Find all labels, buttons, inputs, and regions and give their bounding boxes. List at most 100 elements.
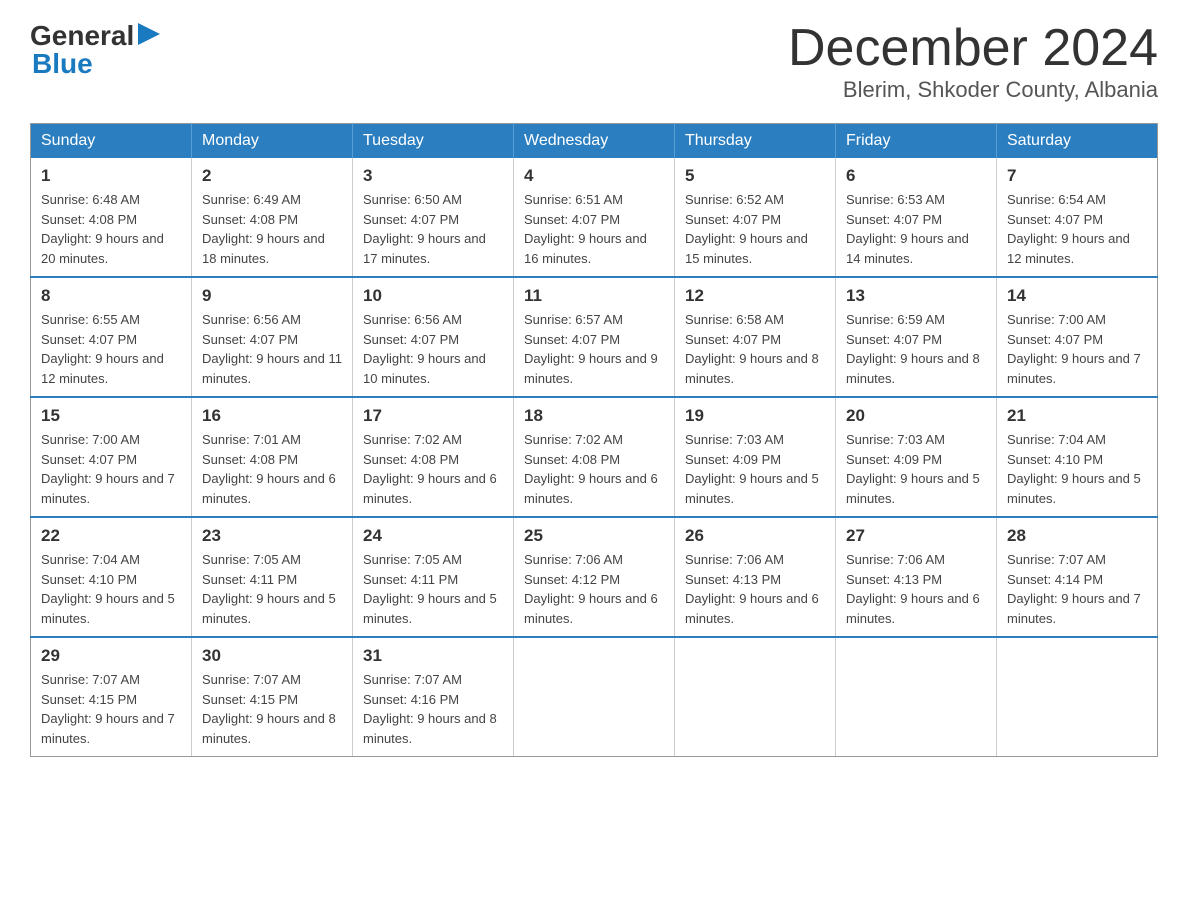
calendar-cell: 9 Sunrise: 6:56 AMSunset: 4:07 PMDayligh… bbox=[192, 277, 353, 397]
day-number: 7 bbox=[1007, 166, 1147, 186]
calendar-cell: 8 Sunrise: 6:55 AMSunset: 4:07 PMDayligh… bbox=[31, 277, 192, 397]
day-number: 14 bbox=[1007, 286, 1147, 306]
calendar-header-saturday: Saturday bbox=[997, 124, 1158, 159]
calendar-cell: 6 Sunrise: 6:53 AMSunset: 4:07 PMDayligh… bbox=[836, 158, 997, 277]
day-info: Sunrise: 7:02 AMSunset: 4:08 PMDaylight:… bbox=[524, 432, 658, 506]
day-number: 29 bbox=[41, 646, 181, 666]
calendar-cell bbox=[836, 637, 997, 757]
calendar-cell: 30 Sunrise: 7:07 AMSunset: 4:15 PMDaylig… bbox=[192, 637, 353, 757]
day-number: 19 bbox=[685, 406, 825, 426]
calendar-cell: 5 Sunrise: 6:52 AMSunset: 4:07 PMDayligh… bbox=[675, 158, 836, 277]
day-number: 18 bbox=[524, 406, 664, 426]
calendar-cell: 26 Sunrise: 7:06 AMSunset: 4:13 PMDaylig… bbox=[675, 517, 836, 637]
day-number: 31 bbox=[363, 646, 503, 666]
calendar-cell: 1 Sunrise: 6:48 AMSunset: 4:08 PMDayligh… bbox=[31, 158, 192, 277]
day-info: Sunrise: 6:56 AMSunset: 4:07 PMDaylight:… bbox=[202, 312, 342, 386]
calendar-cell: 7 Sunrise: 6:54 AMSunset: 4:07 PMDayligh… bbox=[997, 158, 1158, 277]
day-number: 20 bbox=[846, 406, 986, 426]
day-info: Sunrise: 7:06 AMSunset: 4:12 PMDaylight:… bbox=[524, 552, 658, 626]
day-number: 23 bbox=[202, 526, 342, 546]
calendar-header-sunday: Sunday bbox=[31, 124, 192, 159]
calendar-cell: 20 Sunrise: 7:03 AMSunset: 4:09 PMDaylig… bbox=[836, 397, 997, 517]
day-info: Sunrise: 6:48 AMSunset: 4:08 PMDaylight:… bbox=[41, 192, 164, 266]
day-info: Sunrise: 7:02 AMSunset: 4:08 PMDaylight:… bbox=[363, 432, 497, 506]
logo-triangle-icon bbox=[138, 23, 160, 45]
day-number: 27 bbox=[846, 526, 986, 546]
logo: General Blue bbox=[30, 20, 160, 80]
calendar-cell: 14 Sunrise: 7:00 AMSunset: 4:07 PMDaylig… bbox=[997, 277, 1158, 397]
logo-blue-part bbox=[134, 23, 160, 50]
day-number: 1 bbox=[41, 166, 181, 186]
calendar-cell: 19 Sunrise: 7:03 AMSunset: 4:09 PMDaylig… bbox=[675, 397, 836, 517]
day-info: Sunrise: 7:05 AMSunset: 4:11 PMDaylight:… bbox=[202, 552, 336, 626]
day-number: 9 bbox=[202, 286, 342, 306]
day-info: Sunrise: 6:55 AMSunset: 4:07 PMDaylight:… bbox=[41, 312, 164, 386]
calendar-cell: 3 Sunrise: 6:50 AMSunset: 4:07 PMDayligh… bbox=[353, 158, 514, 277]
day-number: 28 bbox=[1007, 526, 1147, 546]
day-number: 2 bbox=[202, 166, 342, 186]
day-number: 17 bbox=[363, 406, 503, 426]
day-info: Sunrise: 7:01 AMSunset: 4:08 PMDaylight:… bbox=[202, 432, 336, 506]
calendar-cell: 25 Sunrise: 7:06 AMSunset: 4:12 PMDaylig… bbox=[514, 517, 675, 637]
calendar-header-wednesday: Wednesday bbox=[514, 124, 675, 159]
page-header: General Blue December 2024 Blerim, Shkod… bbox=[30, 20, 1158, 103]
month-title: December 2024 bbox=[788, 20, 1158, 77]
calendar-header-friday: Friday bbox=[836, 124, 997, 159]
day-number: 6 bbox=[846, 166, 986, 186]
day-info: Sunrise: 7:07 AMSunset: 4:15 PMDaylight:… bbox=[202, 672, 336, 746]
day-info: Sunrise: 6:54 AMSunset: 4:07 PMDaylight:… bbox=[1007, 192, 1130, 266]
day-info: Sunrise: 6:53 AMSunset: 4:07 PMDaylight:… bbox=[846, 192, 969, 266]
calendar-cell: 21 Sunrise: 7:04 AMSunset: 4:10 PMDaylig… bbox=[997, 397, 1158, 517]
day-info: Sunrise: 7:03 AMSunset: 4:09 PMDaylight:… bbox=[846, 432, 980, 506]
calendar-cell bbox=[514, 637, 675, 757]
day-number: 3 bbox=[363, 166, 503, 186]
location-subtitle: Blerim, Shkoder County, Albania bbox=[788, 77, 1158, 103]
day-info: Sunrise: 6:57 AMSunset: 4:07 PMDaylight:… bbox=[524, 312, 658, 386]
day-number: 8 bbox=[41, 286, 181, 306]
calendar-cell: 11 Sunrise: 6:57 AMSunset: 4:07 PMDaylig… bbox=[514, 277, 675, 397]
calendar-week-row: 29 Sunrise: 7:07 AMSunset: 4:15 PMDaylig… bbox=[31, 637, 1158, 757]
day-number: 30 bbox=[202, 646, 342, 666]
day-number: 5 bbox=[685, 166, 825, 186]
day-info: Sunrise: 6:59 AMSunset: 4:07 PMDaylight:… bbox=[846, 312, 980, 386]
calendar-cell: 27 Sunrise: 7:06 AMSunset: 4:13 PMDaylig… bbox=[836, 517, 997, 637]
calendar-cell: 24 Sunrise: 7:05 AMSunset: 4:11 PMDaylig… bbox=[353, 517, 514, 637]
calendar-header-tuesday: Tuesday bbox=[353, 124, 514, 159]
calendar-cell bbox=[675, 637, 836, 757]
day-info: Sunrise: 7:07 AMSunset: 4:14 PMDaylight:… bbox=[1007, 552, 1141, 626]
day-number: 15 bbox=[41, 406, 181, 426]
calendar-cell: 23 Sunrise: 7:05 AMSunset: 4:11 PMDaylig… bbox=[192, 517, 353, 637]
day-number: 4 bbox=[524, 166, 664, 186]
calendar-header-row: SundayMondayTuesdayWednesdayThursdayFrid… bbox=[31, 124, 1158, 159]
day-info: Sunrise: 7:00 AMSunset: 4:07 PMDaylight:… bbox=[41, 432, 175, 506]
title-container: December 2024 Blerim, Shkoder County, Al… bbox=[788, 20, 1158, 103]
day-number: 10 bbox=[363, 286, 503, 306]
day-number: 25 bbox=[524, 526, 664, 546]
day-info: Sunrise: 7:07 AMSunset: 4:16 PMDaylight:… bbox=[363, 672, 497, 746]
day-number: 21 bbox=[1007, 406, 1147, 426]
calendar-cell: 31 Sunrise: 7:07 AMSunset: 4:16 PMDaylig… bbox=[353, 637, 514, 757]
day-info: Sunrise: 7:03 AMSunset: 4:09 PMDaylight:… bbox=[685, 432, 819, 506]
day-number: 24 bbox=[363, 526, 503, 546]
calendar-cell: 15 Sunrise: 7:00 AMSunset: 4:07 PMDaylig… bbox=[31, 397, 192, 517]
calendar-week-row: 1 Sunrise: 6:48 AMSunset: 4:08 PMDayligh… bbox=[31, 158, 1158, 277]
calendar-cell: 29 Sunrise: 7:07 AMSunset: 4:15 PMDaylig… bbox=[31, 637, 192, 757]
day-number: 13 bbox=[846, 286, 986, 306]
day-info: Sunrise: 7:06 AMSunset: 4:13 PMDaylight:… bbox=[685, 552, 819, 626]
day-info: Sunrise: 7:04 AMSunset: 4:10 PMDaylight:… bbox=[41, 552, 175, 626]
calendar-header-thursday: Thursday bbox=[675, 124, 836, 159]
calendar-cell: 10 Sunrise: 6:56 AMSunset: 4:07 PMDaylig… bbox=[353, 277, 514, 397]
calendar-cell: 18 Sunrise: 7:02 AMSunset: 4:08 PMDaylig… bbox=[514, 397, 675, 517]
day-info: Sunrise: 6:51 AMSunset: 4:07 PMDaylight:… bbox=[524, 192, 647, 266]
calendar-cell: 13 Sunrise: 6:59 AMSunset: 4:07 PMDaylig… bbox=[836, 277, 997, 397]
calendar-header-monday: Monday bbox=[192, 124, 353, 159]
calendar-cell: 2 Sunrise: 6:49 AMSunset: 4:08 PMDayligh… bbox=[192, 158, 353, 277]
calendar-week-row: 8 Sunrise: 6:55 AMSunset: 4:07 PMDayligh… bbox=[31, 277, 1158, 397]
day-info: Sunrise: 7:06 AMSunset: 4:13 PMDaylight:… bbox=[846, 552, 980, 626]
day-number: 26 bbox=[685, 526, 825, 546]
logo-blue-text: Blue bbox=[32, 48, 93, 80]
day-info: Sunrise: 7:04 AMSunset: 4:10 PMDaylight:… bbox=[1007, 432, 1141, 506]
calendar-cell bbox=[997, 637, 1158, 757]
calendar-cell: 17 Sunrise: 7:02 AMSunset: 4:08 PMDaylig… bbox=[353, 397, 514, 517]
calendar-week-row: 22 Sunrise: 7:04 AMSunset: 4:10 PMDaylig… bbox=[31, 517, 1158, 637]
